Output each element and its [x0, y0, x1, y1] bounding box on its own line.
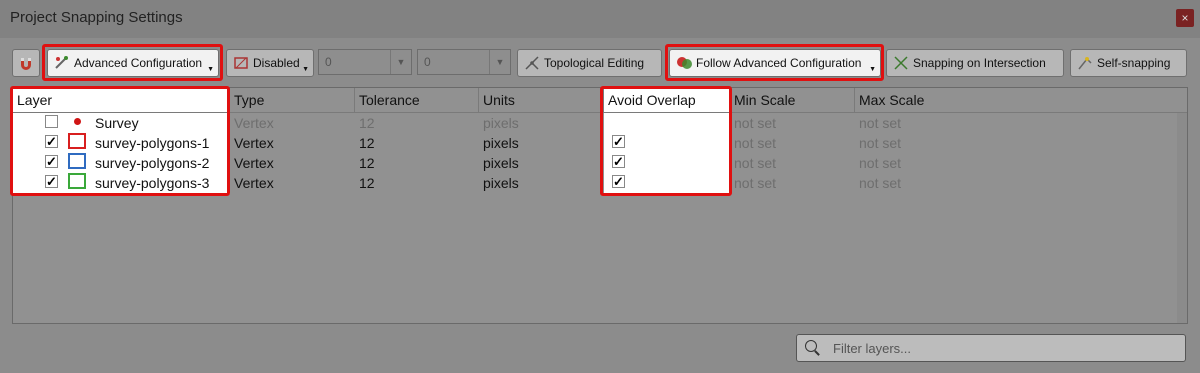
layers-table: Layer Type Tolerance Units Avoid Overlap…	[12, 87, 1188, 324]
tolerance-value: 0	[325, 55, 332, 69]
advanced-config-icon	[55, 56, 68, 69]
filter-placeholder: Filter layers...	[833, 341, 912, 356]
layer-max-scale[interactable]: not set	[859, 113, 901, 133]
tolerance-spinbox[interactable]: 0 ▼	[318, 49, 412, 75]
magnet-icon	[21, 58, 31, 70]
units-value: 0	[424, 55, 431, 69]
avoid-overlap-mode-dropdown[interactable]: Follow Advanced Configuration ▼	[669, 49, 881, 77]
dialog-title: Project Snapping Settings	[10, 9, 183, 26]
polygon-layer-icon	[68, 153, 86, 169]
layer-units[interactable]: pixels	[483, 173, 519, 193]
avoid-overlap-mode-label: Follow Advanced Configuration	[696, 56, 862, 70]
chevron-down-icon: ▼	[869, 66, 876, 73]
layer-type[interactable]: Vertex	[234, 113, 274, 133]
search-icon-handle	[814, 350, 820, 356]
snapping-mode-dropdown[interactable]: Advanced Configuration ▼	[47, 49, 219, 77]
title-bar: Project Snapping Settings ×	[0, 0, 1200, 38]
layer-name: survey-polygons-2	[95, 155, 210, 171]
layer-tolerance[interactable]: 12	[359, 173, 375, 193]
avoid-overlap-checkbox[interactable]: ✓	[612, 155, 625, 168]
point-layer-icon	[74, 118, 81, 125]
snapping-on-intersection-button[interactable]: Snapping on Intersection	[886, 49, 1064, 77]
chevron-down-icon[interactable]: ▼	[390, 50, 411, 74]
layer-tolerance[interactable]: 12	[359, 133, 375, 153]
topological-editing-button[interactable]: Topological Editing	[517, 49, 662, 77]
layer-type[interactable]: Vertex	[234, 133, 274, 153]
layer-enabled-checkbox[interactable]	[45, 115, 58, 128]
layer-min-scale[interactable]: not set	[734, 113, 776, 133]
snapping-type-label: Disabled	[253, 56, 300, 70]
dialog-window: Project Snapping Settings × Advanced Con…	[0, 0, 1200, 373]
layer-name: Survey	[95, 115, 139, 131]
self-snapping-icon	[1078, 57, 1092, 70]
self-snapping-label: Self-snapping	[1097, 56, 1171, 70]
column-header-layer[interactable]: Layer	[13, 88, 230, 112]
column-header-tolerance[interactable]: Tolerance	[355, 88, 479, 112]
self-snapping-button[interactable]: Self-snapping	[1070, 49, 1187, 77]
topological-editing-label: Topological Editing	[544, 56, 645, 70]
avoid-overlap-checkbox[interactable]: ✓	[612, 175, 625, 188]
snapping-type-icon	[234, 57, 248, 69]
column-header-units[interactable]: Units	[479, 88, 604, 112]
snapping-type-dropdown[interactable]: Disabled ▼	[226, 49, 314, 77]
topological-icon	[525, 56, 539, 70]
vertical-scrollbar[interactable]	[1177, 113, 1187, 323]
layer-units[interactable]: pixels	[483, 153, 519, 173]
layer-max-scale[interactable]: not set	[859, 133, 901, 153]
column-header-max-scale[interactable]: Max Scale	[855, 88, 1177, 112]
layer-enabled-checkbox[interactable]: ✓	[45, 175, 58, 188]
filter-layers-input[interactable]: Filter layers...	[796, 334, 1186, 362]
layer-max-scale[interactable]: not set	[859, 153, 901, 173]
layer-max-scale[interactable]: not set	[859, 173, 901, 193]
layer-enabled-checkbox[interactable]: ✓	[45, 135, 58, 148]
avoid-overlap-checkbox[interactable]: ✓	[612, 135, 625, 148]
layer-min-scale[interactable]: not set	[734, 173, 776, 193]
layer-min-scale[interactable]: not set	[734, 153, 776, 173]
layer-min-scale[interactable]: not set	[734, 133, 776, 153]
chevron-down-icon[interactable]: ▼	[489, 50, 510, 74]
magnet-toggle-button[interactable]	[12, 49, 40, 77]
polygon-layer-icon	[68, 133, 86, 149]
layer-tolerance[interactable]: 12	[359, 113, 375, 133]
layer-type[interactable]: Vertex	[234, 173, 274, 193]
column-header-type[interactable]: Type	[230, 88, 355, 112]
chevron-down-icon: ▼	[207, 66, 214, 73]
layer-name: survey-polygons-3	[95, 175, 210, 191]
layer-type[interactable]: Vertex	[234, 153, 274, 173]
layer-enabled-checkbox[interactable]: ✓	[45, 155, 58, 168]
layer-name: survey-polygons-1	[95, 135, 210, 151]
intersection-icon	[894, 56, 908, 70]
column-header-min-scale[interactable]: Min Scale	[730, 88, 855, 112]
layer-units[interactable]: pixels	[483, 113, 519, 133]
avoid-overlap-icon	[677, 57, 692, 69]
layer-units[interactable]: pixels	[483, 133, 519, 153]
chevron-down-icon: ▼	[302, 66, 309, 73]
snapping-mode-label: Advanced Configuration	[74, 56, 203, 70]
polygon-layer-icon	[68, 173, 86, 189]
intersection-label: Snapping on Intersection	[913, 56, 1046, 70]
column-header-avoid-overlap[interactable]: Avoid Overlap	[604, 88, 730, 112]
layer-tolerance[interactable]: 12	[359, 153, 375, 173]
units-combobox[interactable]: 0 ▼	[417, 49, 511, 75]
close-icon[interactable]: ×	[1176, 9, 1194, 27]
